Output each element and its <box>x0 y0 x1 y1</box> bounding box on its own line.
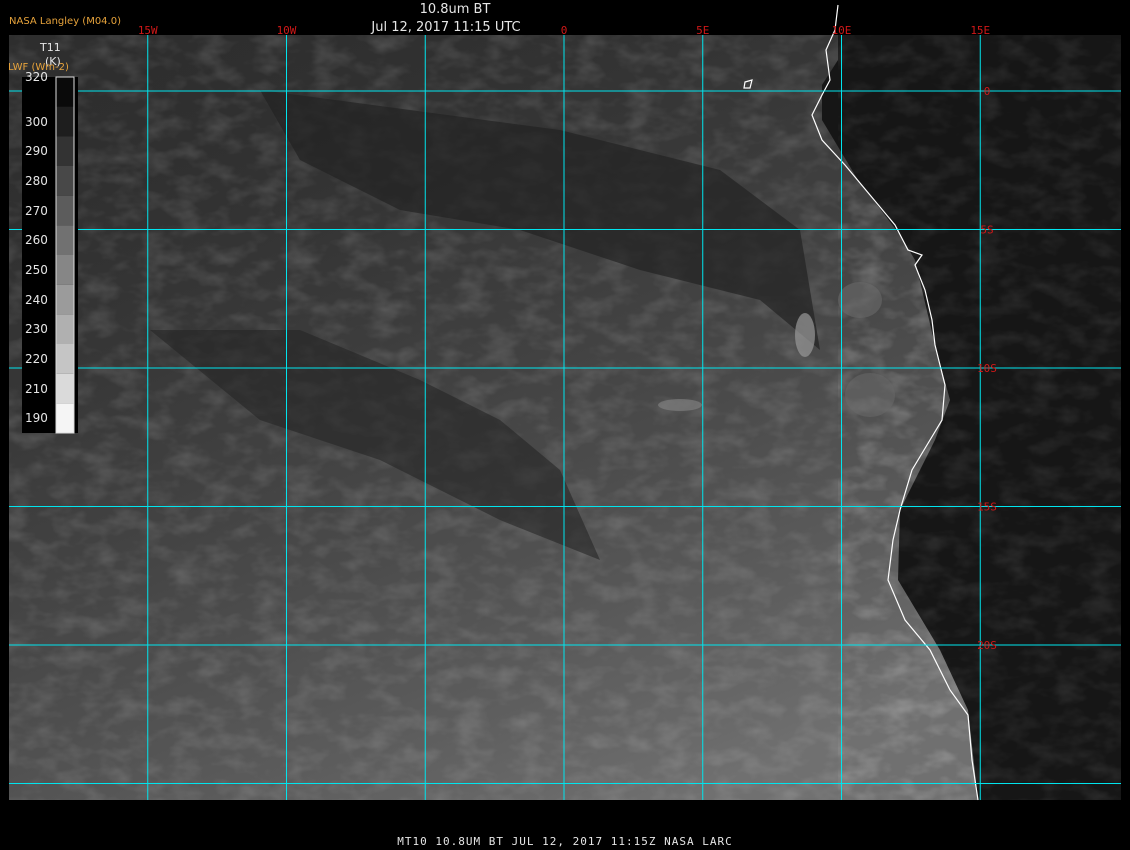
cloud-patch <box>658 399 702 411</box>
colorbar-swatch <box>56 195 74 226</box>
colorbar-tick-label: 190 <box>25 411 48 426</box>
colorbar <box>22 76 78 434</box>
latitude-label: 20S <box>977 639 997 652</box>
colorbar-swatch <box>56 314 74 344</box>
cloud-patch <box>845 373 895 417</box>
colorbar-swatch <box>56 284 74 315</box>
land-texture <box>838 35 1121 800</box>
colorbar-tick-label: 270 <box>25 203 48 218</box>
colorbar-swatch <box>56 77 74 107</box>
colorbar-swatch <box>56 373 74 404</box>
colorbar-tick-label: 240 <box>25 292 48 307</box>
colorbar-swatch <box>56 344 74 374</box>
product-title: 10.8um BT <box>419 2 491 17</box>
latitude-label: 0 <box>984 85 991 98</box>
latitude-label: 5S <box>980 224 993 237</box>
colorbar-tick-label: 290 <box>25 144 48 159</box>
satellite-map: 15W 10W 0 5E 10E 15E05S10S15S20S <box>9 4 1121 801</box>
colorbar-tick-label: 280 <box>25 173 48 188</box>
cloud-patch <box>838 282 882 318</box>
longitude-label: 15E <box>970 24 990 37</box>
colorbar-swatch <box>56 225 74 255</box>
image-datetime: Jul 12, 2017 11:15 UTC <box>371 20 521 35</box>
colorbar-tick-label: 210 <box>25 381 48 396</box>
latitude-label: 15S <box>977 501 997 514</box>
footer-caption: MT10 10.8UM BT JUL 12, 2017 11:15Z NASA … <box>397 835 733 848</box>
colorbar-swatch <box>56 403 74 433</box>
latitude-label: 10S <box>977 362 997 375</box>
colorbar-tick-label: 320 <box>25 70 48 84</box>
colorbar-tick-label: 300 <box>25 114 48 129</box>
colorbar-swatch <box>56 255 74 285</box>
colorbar-tick-label: 230 <box>25 322 48 337</box>
colorbar-tick-label: 260 <box>25 233 48 248</box>
colorbar-swatch <box>56 136 74 166</box>
cloud-patch <box>795 313 815 357</box>
colorbar-swatch <box>56 106 74 137</box>
colorbar-tick-label: 250 <box>25 262 48 277</box>
legend-variable: T11 <box>40 41 61 54</box>
colorbar-swatch <box>56 166 74 196</box>
colorbar-tick-label: 220 <box>25 351 48 366</box>
